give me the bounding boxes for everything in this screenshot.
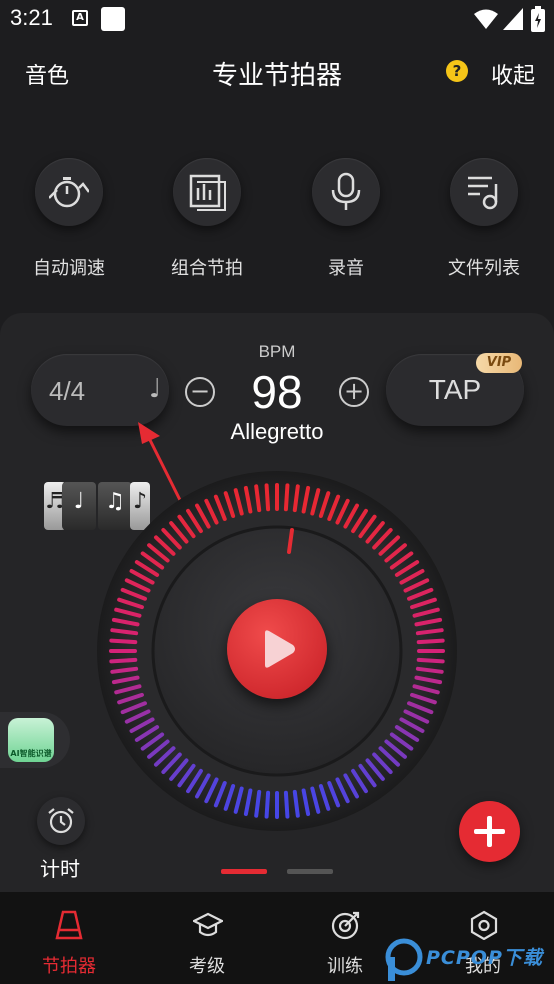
bpm-increase-button[interactable]: + bbox=[339, 377, 369, 407]
dial-tick bbox=[283, 483, 290, 512]
signal-icon bbox=[503, 8, 523, 30]
hexagon-gear-icon bbox=[470, 910, 498, 940]
timer-label: 计时 bbox=[40, 859, 80, 881]
tool-record[interactable]: 录音 bbox=[286, 158, 406, 288]
battery-icon bbox=[531, 6, 545, 32]
tool-combo-beat[interactable]: 组合节拍 bbox=[147, 158, 267, 288]
bar-chart-icon bbox=[189, 174, 226, 211]
wifi-icon bbox=[474, 9, 498, 29]
note-pattern-card[interactable]: ♩ bbox=[62, 482, 96, 530]
nav-metronome[interactable]: 节拍器 bbox=[0, 892, 138, 984]
page-indicator-active[interactable] bbox=[221, 869, 267, 874]
watermark-text: PCPOP下载 bbox=[426, 947, 543, 969]
nav-exam[interactable]: 考级 bbox=[138, 892, 276, 984]
status-bar: 3:21 A bbox=[0, 0, 554, 38]
page-title: 专业节拍器 bbox=[211, 60, 342, 90]
target-icon bbox=[331, 911, 360, 940]
microphone-icon bbox=[331, 172, 361, 210]
tool-file-list[interactable]: 文件列表 bbox=[424, 158, 544, 288]
music-list-icon bbox=[468, 176, 498, 210]
watermark: PCPOP下载 bbox=[384, 937, 554, 984]
metronome-icon bbox=[55, 910, 83, 940]
help-icon[interactable]: ? bbox=[446, 60, 468, 82]
ai-badge-label: AI智能识谱 bbox=[10, 749, 52, 758]
app-notification-icon bbox=[101, 7, 125, 31]
dial-tick bbox=[416, 657, 445, 664]
tool-auto-tempo[interactable]: 自动调速 bbox=[9, 158, 129, 288]
add-button[interactable] bbox=[459, 801, 520, 862]
dial-tick bbox=[264, 483, 271, 512]
play-icon bbox=[265, 630, 295, 668]
graduation-cap-icon bbox=[193, 912, 223, 937]
nav-label: 节拍器 bbox=[42, 956, 96, 976]
alarm-clock-icon bbox=[48, 808, 74, 834]
plus-icon bbox=[474, 816, 505, 847]
notification-icon: A bbox=[72, 10, 88, 26]
play-button[interactable] bbox=[227, 599, 327, 699]
tool-label: 自动调速 bbox=[33, 258, 105, 278]
timer-button[interactable] bbox=[37, 797, 85, 845]
dial-tick bbox=[416, 638, 445, 645]
title-bar: 音色 专业节拍器 ? 收起 bbox=[0, 45, 554, 100]
page-indicator[interactable] bbox=[287, 869, 333, 874]
vip-badge: VIP bbox=[476, 353, 522, 373]
tool-label: 组合节拍 bbox=[171, 258, 243, 278]
dial-tick bbox=[109, 657, 138, 664]
dial-tick bbox=[109, 638, 138, 645]
watermark-logo-icon bbox=[385, 938, 423, 981]
dial-tick bbox=[283, 790, 290, 819]
tool-label: 文件列表 bbox=[448, 258, 520, 278]
tool-label: 录音 bbox=[328, 258, 364, 278]
nav-label: 考级 bbox=[189, 956, 225, 976]
ai-score-button[interactable]: AI智能识谱 bbox=[0, 712, 70, 768]
stopwatch-speed-icon bbox=[49, 177, 89, 208]
tap-label: TAP bbox=[428, 374, 482, 405]
dial-tick bbox=[264, 790, 271, 819]
status-time: 3:21 bbox=[10, 5, 53, 30]
collapse-button[interactable]: 收起 bbox=[491, 58, 535, 90]
